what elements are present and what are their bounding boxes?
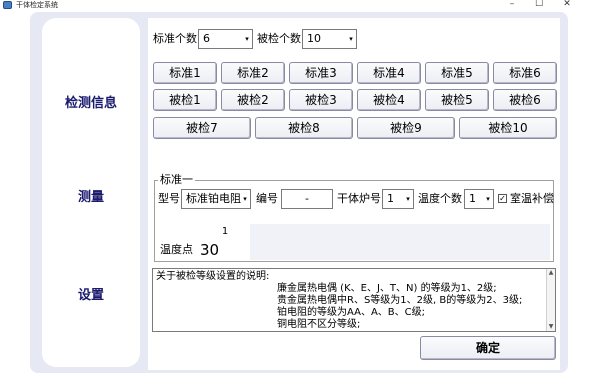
dut-10-button[interactable]: 被检10: [459, 117, 557, 139]
dut-7-button[interactable]: 被检7: [153, 117, 251, 139]
standard-5-button[interactable]: 标准5: [425, 62, 489, 84]
model-select[interactable]: 标准铂电阻 ▾: [181, 189, 251, 209]
model-value: 标准铂电阻: [186, 192, 241, 205]
dut-6-button[interactable]: 被检6: [493, 89, 557, 111]
title-bar: 干体检定系统 – ☐ ✕: [0, 0, 600, 11]
description-line: 铂电阻的等级为AA、A、B、C级;: [277, 307, 426, 318]
chevron-down-icon: ▾: [243, 195, 247, 203]
serial-input[interactable]: -: [281, 189, 333, 209]
description-line: 贵金属热电偶中R、S等级为1、2级, B的等级为2、3级;: [277, 295, 523, 306]
model-label: 型号: [158, 192, 180, 205]
standard-4-button[interactable]: 标准4: [357, 62, 421, 84]
room-comp-label: 室温补偿: [510, 192, 554, 205]
temp-count-label: 温度个数: [418, 192, 462, 205]
description-scrollbar[interactable]: ▲ ▼: [546, 269, 555, 331]
temp-count-value: 1: [469, 192, 476, 205]
window-title: 干体检定系统: [16, 1, 58, 9]
minimize-icon[interactable]: –: [505, 0, 519, 10]
standard-6-button[interactable]: 标准6: [493, 62, 557, 84]
dut-8-button[interactable]: 被检8: [255, 117, 353, 139]
level-description-textarea[interactable]: 关于被检等级设置的说明: 廉金属热电偶 (K、E、J、T、N) 的等级为1、2级…: [152, 268, 556, 332]
temp-point-grid: [200, 224, 550, 260]
dut-4-button[interactable]: 被检4: [357, 89, 421, 111]
chevron-down-icon: ▾: [406, 195, 410, 203]
dut-count-value: 10: [307, 32, 321, 45]
sidebar-item-detection-info[interactable]: 检测信息: [42, 92, 140, 111]
temp-point-grid-header: 1: [200, 224, 250, 240]
description-line: 关于被检等级设置的说明:: [156, 271, 270, 282]
std-count-select[interactable]: 6 ▾: [198, 29, 253, 49]
temp-point-cell[interactable]: 30: [200, 240, 250, 260]
maximize-icon[interactable]: ☐: [532, 0, 546, 10]
description-line: 廉金属热电偶 (K、E、J、T、N) 的等级为1、2级;: [277, 283, 497, 294]
furnace-value: 1: [387, 192, 394, 205]
dut-2-button[interactable]: 被检2: [221, 89, 285, 111]
confirm-button[interactable]: 确定: [420, 336, 556, 360]
sidebar-item-measure[interactable]: 测量: [42, 186, 140, 205]
serial-label: 编号: [256, 192, 278, 205]
standard-3-button[interactable]: 标准3: [289, 62, 353, 84]
chevron-down-icon: ▾: [349, 35, 353, 43]
temp-point-label: 温度点: [160, 243, 193, 256]
furnace-label: 干体炉号: [337, 192, 381, 205]
sidebar-item-settings[interactable]: 设置: [42, 284, 140, 303]
std-count-label: 标准个数: [153, 32, 197, 45]
chevron-down-icon: ▾: [486, 195, 490, 203]
dut-3-button[interactable]: 被检3: [289, 89, 353, 111]
group-title: 标准一: [158, 173, 195, 187]
temp-count-select[interactable]: 1 ▾: [464, 189, 494, 209]
dut-count-select[interactable]: 10 ▾: [302, 29, 357, 49]
standard-1-button[interactable]: 标准1: [153, 62, 217, 84]
furnace-select[interactable]: 1 ▾: [382, 189, 414, 209]
dut-5-button[interactable]: 被检5: [425, 89, 489, 111]
app-icon: [3, 1, 12, 9]
room-comp-checkbox[interactable]: ✓: [498, 194, 507, 203]
dut-count-label: 被检个数: [257, 32, 301, 45]
scroll-down-icon[interactable]: ▼: [547, 323, 555, 331]
scroll-up-icon[interactable]: ▲: [547, 269, 555, 277]
description-line: 铜电阻不区分等级;: [277, 319, 361, 330]
std-count-value: 6: [203, 32, 210, 45]
close-icon[interactable]: ✕: [560, 0, 574, 10]
dut-9-button[interactable]: 被检9: [357, 117, 455, 139]
chevron-down-icon: ▾: [245, 35, 249, 43]
dut-1-button[interactable]: 被检1: [153, 89, 217, 111]
standard-2-button[interactable]: 标准2: [221, 62, 285, 84]
